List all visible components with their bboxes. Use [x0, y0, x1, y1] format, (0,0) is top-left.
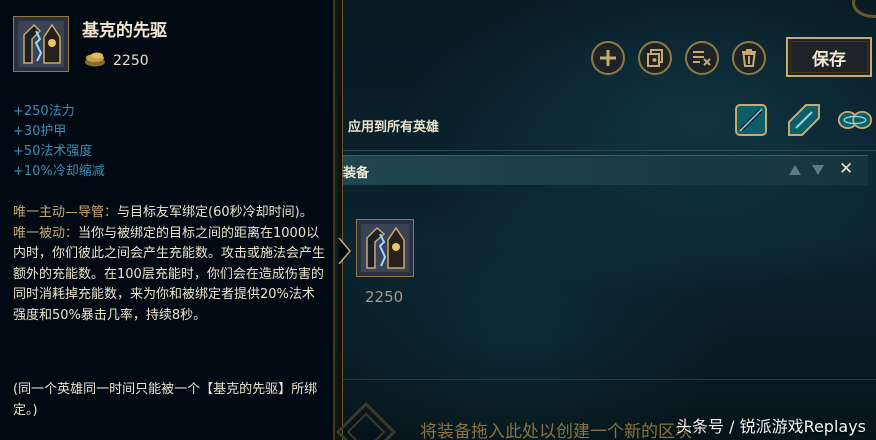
- active-text: 与目标友军绑定(60秒冷却时间)。: [117, 205, 313, 220]
- twisted-treeline-map-icon: [837, 111, 873, 129]
- add-item-set-button[interactable]: [591, 41, 625, 75]
- howling-abyss-map-button[interactable]: [786, 102, 822, 138]
- stat-cooldown-reduction: +10%冷却缩减: [13, 164, 105, 179]
- summoners-rift-map-button[interactable]: [733, 102, 769, 138]
- watermark: 头条号 / 锐派游戏Replays: [676, 417, 867, 436]
- active-prefix: 唯一主动—导管：: [13, 205, 118, 220]
- tooltip-pointer-icon: [338, 238, 351, 264]
- block-title[interactable]: 装备: [343, 162, 369, 181]
- item-cost: 2250: [113, 53, 149, 69]
- apply-to-all-champions-label: 应用到所有英雄: [348, 120, 440, 135]
- item-tooltip: 基克的先驱 2250 +250法力 +30护甲 +50法术强度 +10%冷却缩减…: [0, 0, 335, 440]
- diamond-emblem-icon: [336, 402, 396, 440]
- stat-mana: +250法力: [13, 104, 75, 119]
- item-description: 唯一主动—导管：与目标友军绑定(60秒冷却时间)。 唯一被动：当你与被绑定的目标…: [13, 203, 325, 326]
- copy-icon: [647, 49, 663, 67]
- item-note: (同一个英雄同一时间只能被一个【基克的先驱】所绑定。): [13, 382, 318, 418]
- delete-button[interactable]: [732, 41, 766, 75]
- trash-icon: [742, 49, 756, 67]
- plus-icon: [600, 50, 616, 66]
- clear-list-icon: [693, 51, 711, 66]
- item-stats: +250法力 +30护甲 +50法术强度 +10%冷却缩减: [13, 102, 105, 182]
- howling-abyss-map-icon: [788, 104, 820, 136]
- move-down-icon[interactable]: [812, 165, 824, 175]
- passive-prefix: 唯一被动：: [13, 225, 79, 241]
- duplicate-button[interactable]: [638, 41, 672, 75]
- save-button[interactable]: 保存: [786, 37, 872, 77]
- stat-armor: +30护甲: [13, 124, 67, 139]
- drop-zone-hint: 将装备拖入此处以创建一个新的区块: [420, 422, 692, 440]
- summoners-rift-map-icon: [735, 104, 767, 136]
- zekes-herald-item-icon: [357, 220, 413, 276]
- clear-list-button[interactable]: [685, 41, 719, 75]
- move-up-icon[interactable]: [789, 165, 801, 175]
- close-icon[interactable]: ✕: [839, 159, 853, 179]
- item-icon-large: [13, 16, 69, 72]
- item-slot-cost: 2250: [365, 288, 404, 306]
- block-header[interactable]: 装备 ✕: [343, 155, 868, 185]
- twisted-treeline-map-button[interactable]: [837, 102, 873, 138]
- stat-ability-power: +50法术强度: [13, 144, 93, 159]
- gold-coins-icon: [84, 51, 106, 67]
- item-name: 基克的先驱: [82, 21, 167, 41]
- item-slot[interactable]: [356, 219, 414, 277]
